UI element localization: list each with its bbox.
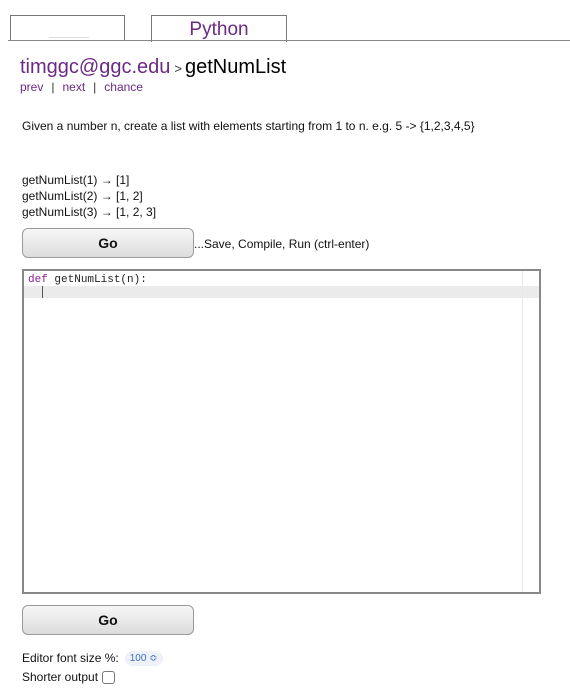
chance-link[interactable]: chance — [104, 80, 143, 94]
user-email[interactable]: timggc@ggc.edu — [20, 56, 170, 78]
font-size-select[interactable]: 100 ≎ — [124, 651, 163, 667]
nav-divider: | — [93, 80, 97, 94]
problem-name: getNumList — [184, 56, 287, 78]
problem-description: Given a number n, create a list with ele… — [22, 119, 475, 133]
code-keyword: def — [28, 274, 48, 286]
code-editor[interactable]: def getNumList(n): — [22, 269, 541, 594]
tab-python[interactable]: Python — [151, 15, 287, 42]
font-size-setting: Editor font size %: 100 ≎ — [22, 651, 163, 667]
shorter-output-checkbox[interactable] — [102, 671, 116, 685]
problem-nav: prev | next | chance — [20, 80, 143, 94]
save-hint: ...Save, Compile, Run (ctrl-enter) — [194, 237, 370, 251]
tab-divider — [8, 40, 570, 41]
tab-java-underline — [49, 37, 89, 38]
prev-link[interactable]: prev — [20, 80, 43, 94]
font-size-label: Editor font size %: — [22, 651, 119, 665]
go-button[interactable]: Go — [22, 228, 194, 258]
print-margin — [522, 271, 523, 592]
go-button-bottom[interactable]: Go — [22, 605, 194, 635]
tab-java[interactable] — [10, 15, 125, 40]
text-cursor — [42, 286, 43, 298]
example-line: getNumList(1) → [1] — [22, 173, 130, 187]
active-line-highlight — [24, 286, 539, 298]
example-line: getNumList(2) → [1, 2] — [22, 189, 143, 203]
code-signature: getNumList(n): — [47, 274, 147, 286]
example-line: getNumList(3) → [1, 2, 3] — [22, 205, 157, 219]
breadcrumb-separator: > — [174, 61, 182, 76]
shorter-output-label: Shorter output — [22, 670, 99, 684]
tab-bar: Python — [0, 0, 570, 42]
nav-divider: | — [51, 80, 55, 94]
page-title: timggc@ggc.edu > getNumList — [20, 56, 286, 79]
next-link[interactable]: next — [62, 80, 85, 94]
examples: getNumList(1) → [1] getNumList(2) → [1, … — [22, 172, 156, 220]
code-line: def getNumList(n): — [28, 274, 147, 286]
shorter-output-setting: Shorter output — [22, 670, 116, 685]
